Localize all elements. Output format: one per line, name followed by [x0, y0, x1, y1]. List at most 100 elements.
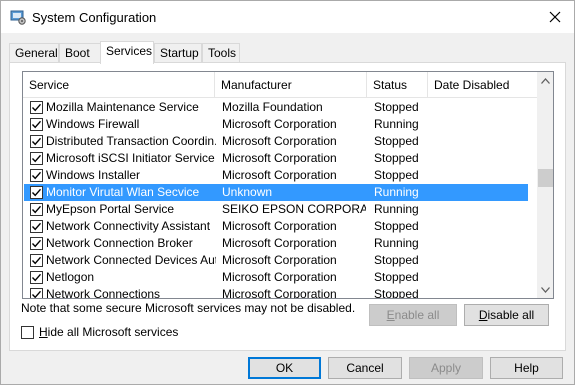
cell-date-disabled: [435, 287, 530, 298]
checkmark-icon: [31, 103, 42, 112]
tab-label: Boot: [65, 46, 90, 60]
service-checkbox[interactable]: [30, 254, 43, 267]
cell-date-disabled: [435, 151, 530, 167]
cell-manufacturer: Microsoft Corporation: [222, 134, 337, 148]
ok-button[interactable]: OK: [248, 357, 321, 379]
chevron-up-icon: [541, 77, 550, 84]
enable-all-button[interactable]: Enable all: [369, 304, 457, 326]
service-checkbox[interactable]: [30, 186, 43, 199]
column-header-date-disabled[interactable]: Date Disabled: [428, 72, 537, 98]
service-rows: Mozilla Maintenance Service Mozilla Found…: [23, 99, 537, 299]
vertical-scrollbar[interactable]: [537, 72, 553, 298]
hide-microsoft-services-checkbox[interactable]: [21, 326, 34, 339]
table-row[interactable]: Microsoft iSCSI Initiator Service Microso…: [24, 150, 528, 167]
cell-manufacturer: Microsoft Corporation: [222, 270, 337, 284]
services-tab-panel: Service Manufacturer Status Date Disable…: [9, 62, 566, 351]
system-configuration-window: System Configuration General Boot Servic…: [0, 0, 575, 385]
disable-all-label: isable all: [487, 308, 535, 322]
close-button[interactable]: [541, 5, 569, 29]
scroll-thumb[interactable]: [538, 169, 553, 187]
tab-boot[interactable]: Boot: [59, 43, 101, 63]
column-header-status[interactable]: Status: [367, 72, 428, 98]
table-row[interactable]: Network Connections Microsoft Corporation…: [24, 286, 530, 299]
cell-manufacturer: Unknown: [222, 185, 273, 199]
table-row[interactable]: Distributed Transaction Coordin... Micros…: [24, 133, 528, 150]
service-checkbox[interactable]: [30, 118, 43, 131]
service-checkbox[interactable]: [30, 271, 43, 284]
disable-all-button[interactable]: Disable all: [464, 304, 549, 326]
table-row[interactable]: Monitor Virutal Wlan Secvice Unknown Runni…: [24, 184, 528, 201]
checkmark-icon: [31, 120, 42, 129]
apply-button[interactable]: Apply: [409, 357, 483, 379]
cancel-button[interactable]: Cancel: [328, 357, 402, 379]
column-header-service[interactable]: Service: [23, 72, 215, 98]
table-row[interactable]: Mozilla Maintenance Service Mozilla Found…: [24, 99, 528, 116]
cell-date-disabled: [435, 270, 530, 286]
chevron-down-icon: [541, 286, 550, 293]
cell-status: Running: [374, 202, 419, 216]
service-checkbox[interactable]: [30, 203, 43, 216]
cell-status: Stopped: [374, 168, 419, 182]
table-row[interactable]: MyEpson Portal Service SEIKO EPSON CORPOR…: [24, 201, 528, 218]
cell-manufacturer: Microsoft Corporation: [222, 151, 337, 165]
service-checkbox[interactable]: [30, 220, 43, 233]
cell-manufacturer: Microsoft Corporation: [222, 253, 337, 267]
tab-label: General: [15, 46, 58, 60]
cell-status: Stopped: [374, 151, 419, 165]
table-row[interactable]: Network Connected Devices Aut... Microsof…: [24, 252, 528, 269]
cell-status: Running: [374, 236, 419, 250]
service-checkbox[interactable]: [30, 288, 43, 298]
tab-label: Services: [106, 44, 153, 58]
tab-tools[interactable]: Tools: [202, 43, 240, 63]
tab-general[interactable]: General: [9, 43, 59, 63]
services-list[interactable]: Service Manufacturer Status Date Disable…: [22, 71, 554, 299]
secure-services-note: Note that some secure Microsoft services…: [21, 301, 356, 315]
service-checkbox[interactable]: [30, 237, 43, 250]
scroll-down-button[interactable]: [537, 281, 553, 298]
tab-startup[interactable]: Startup: [154, 43, 202, 63]
table-row[interactable]: Netlogon Microsoft Corporation Stopped: [24, 269, 528, 286]
service-checkbox[interactable]: [30, 152, 43, 165]
table-row[interactable]: Windows Firewall Microsoft Corporation Run…: [24, 116, 528, 133]
service-checkbox[interactable]: [30, 169, 43, 182]
window-title: System Configuration: [32, 10, 157, 25]
tab-label: Startup: [160, 46, 199, 60]
column-header-manufacturer[interactable]: Manufacturer: [215, 72, 367, 98]
table-row[interactable]: Windows Installer Microsoft Corporation St…: [24, 167, 528, 184]
table-row[interactable]: Network Connection Broker Microsoft Corpo…: [24, 235, 528, 252]
hide-microsoft-services-label[interactable]: Hide all Microsoft services: [39, 325, 178, 339]
checkmark-icon: [31, 205, 42, 214]
tab-services[interactable]: Services: [100, 41, 154, 64]
scroll-up-button[interactable]: [537, 72, 553, 89]
cell-status: Running: [374, 185, 419, 199]
checkmark-icon: [31, 273, 42, 282]
cell-service: MyEpson Portal Service: [46, 202, 175, 216]
cell-date-disabled: [435, 253, 530, 269]
service-checkbox[interactable]: [30, 135, 43, 148]
cell-date-disabled: [435, 185, 530, 201]
checkmark-icon: [31, 154, 42, 163]
list-header: Service Manufacturer Status Date Disable…: [23, 72, 537, 98]
checkmark-icon: [31, 137, 42, 146]
table-row[interactable]: Network Connectivity Assistant Microsoft …: [24, 218, 528, 235]
cell-status: Stopped: [374, 134, 419, 148]
cell-service: Windows Installer: [46, 168, 141, 182]
cell-service: Netlogon: [46, 270, 95, 284]
title-bar[interactable]: System Configuration: [1, 1, 574, 33]
cell-status: Stopped: [374, 287, 419, 299]
checkmark-icon: [31, 239, 42, 248]
service-checkbox[interactable]: [30, 101, 43, 114]
checkmark-icon: [31, 171, 42, 180]
cell-status: Stopped: [374, 253, 419, 267]
hide-ms-label-text: ide all Microsoft services: [47, 325, 179, 339]
cell-service: Windows Firewall: [46, 117, 140, 131]
checkmark-icon: [31, 290, 42, 298]
help-button[interactable]: Help: [490, 357, 563, 379]
cell-date-disabled: [435, 236, 530, 252]
cell-status: Stopped: [374, 219, 419, 233]
hide-ms-mnemonic: H: [39, 325, 48, 339]
close-icon: [549, 11, 561, 23]
cell-service: Mozilla Maintenance Service: [46, 100, 199, 114]
cell-manufacturer: Microsoft Corporation: [222, 117, 337, 131]
cell-status: Stopped: [374, 270, 419, 284]
